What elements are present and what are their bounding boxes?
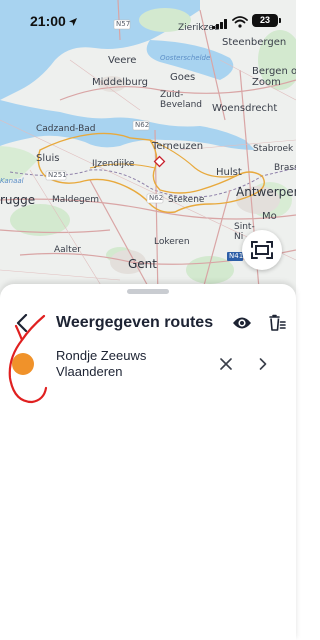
place-label: Oosterschelde <box>160 54 211 62</box>
route-details-button[interactable] <box>253 354 273 374</box>
road-label-n41: N41 <box>229 252 244 260</box>
eye-icon <box>233 317 251 329</box>
location-arrow-icon <box>68 14 78 32</box>
status-bar: 21:00 23 <box>0 0 296 40</box>
toggle-visibility-button[interactable] <box>230 312 254 334</box>
close-icon <box>220 358 232 370</box>
place-label: Bergen op Zoom <box>252 66 296 88</box>
place-label: Aalter <box>54 245 81 255</box>
place-label: Stabroek <box>253 144 294 154</box>
place-label: Zuid- Beveland <box>160 90 203 110</box>
place-label: Goes <box>170 72 196 83</box>
wifi-icon <box>232 15 248 33</box>
place-label: Maldegem <box>52 195 100 205</box>
chevron-right-icon <box>259 358 267 370</box>
route-name[interactable]: Rondje Zeeuws Vlaanderen <box>56 348 196 380</box>
routes-bottom-sheet: Weergegeven routes Rondje Zeeuws Vlaande… <box>0 284 296 640</box>
place-label: Terneuzen <box>152 141 204 152</box>
sheet-title: Weergegeven routes <box>56 314 214 331</box>
place-label: Sluis <box>36 153 60 164</box>
back-button[interactable] <box>10 311 34 335</box>
place-label: Woensdrecht <box>212 103 278 114</box>
fit-to-screen-button[interactable] <box>242 230 282 270</box>
chevron-left-icon <box>16 314 28 332</box>
sheet-drag-handle[interactable] <box>127 289 169 294</box>
route-list-item[interactable]: Rondje Zeeuws Vlaanderen <box>0 344 296 384</box>
place-label: Antwerpen <box>236 185 296 199</box>
place-label: Lokeren <box>154 237 190 247</box>
place-label: rugge <box>0 193 36 207</box>
trash-list-icon <box>269 314 286 331</box>
place-label: Kanaal <box>0 177 24 185</box>
signal-icon <box>212 16 228 34</box>
place-label: Hulst <box>216 167 242 178</box>
place-label: Mo <box>262 211 277 222</box>
road-label-n62: N62 <box>149 194 164 202</box>
status-time: 21:00 <box>30 13 66 29</box>
place-label: Gent <box>128 257 157 271</box>
place-label: Stekene <box>168 195 205 205</box>
road-label-n251: N251 <box>48 171 67 179</box>
battery-indicator: 23 <box>252 14 278 27</box>
fit-to-screen-icon <box>251 241 273 259</box>
place-label: Cadzand-Bad <box>36 124 96 134</box>
delete-routes-button[interactable] <box>266 312 288 334</box>
battery-icon <box>279 18 281 23</box>
place-label: Brass <box>274 163 296 173</box>
place-label: IJzendijke <box>92 159 135 169</box>
route-color-dot <box>12 353 34 375</box>
road-label-n62: N62 <box>135 121 150 129</box>
place-label: Middelburg <box>92 77 149 88</box>
remove-route-button[interactable] <box>216 354 236 374</box>
place-label: Veere <box>108 55 137 66</box>
